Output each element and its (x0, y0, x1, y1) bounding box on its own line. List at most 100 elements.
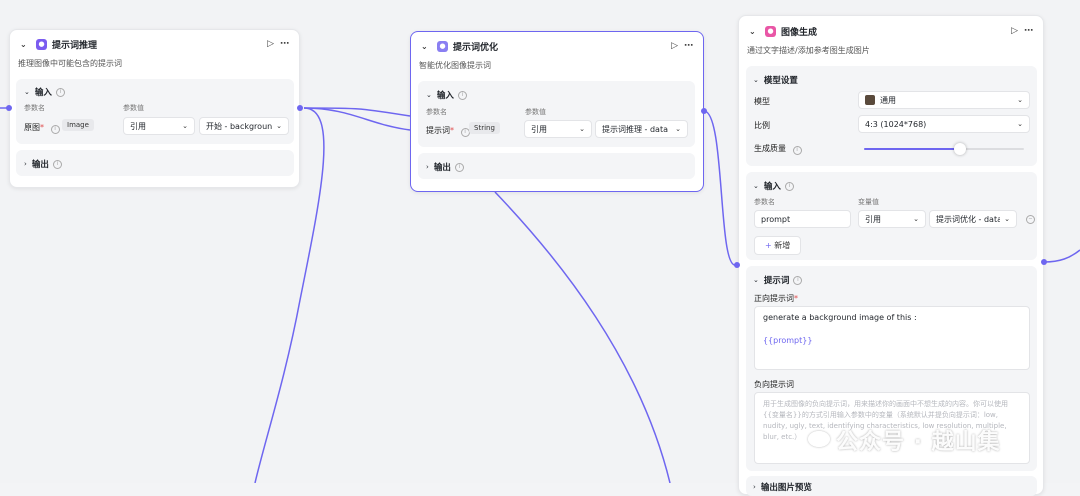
node-description: 智能优化图像提示词 (419, 61, 491, 70)
chevron-down-icon[interactable]: ⌄ (426, 91, 432, 99)
quality-label: 生成质量 (754, 144, 786, 153)
quality-slider-fill (864, 148, 960, 150)
value-select[interactable]: 提示词推理 - data ⌄ (595, 120, 688, 138)
chevron-down-icon[interactable]: ⌄ (753, 276, 759, 284)
add-button[interactable]: + 新增 (754, 236, 802, 255)
node-type-icon: ● (36, 38, 47, 50)
ref-select[interactable]: 引用 ⌄ (858, 210, 926, 228)
param-type-badge: String (469, 122, 500, 134)
info-icon[interactable]: i (792, 146, 802, 155)
plus-icon: + (765, 241, 775, 250)
model-select[interactable]: 通用 ⌄ (858, 91, 1030, 109)
quality-label-wrap: 生成质量 i (754, 143, 802, 155)
node-prompt-optimize[interactable]: ⌄ ● 提示词优化 ▷ ⋯ 智能优化图像提示词 ⌄ 输入 i 参数名 参数值 提… (410, 31, 704, 192)
input-port[interactable] (6, 105, 12, 111)
info-icon[interactable]: i (52, 159, 62, 169)
param-label-wrap: 原图* i (24, 122, 60, 134)
chevron-down-icon: ⌄ (1017, 96, 1023, 104)
node-description: 推理图像中可能包含的提示词 (18, 59, 122, 68)
chevron-down-icon: ⌄ (276, 122, 282, 130)
param-label-wrap: 提示词* i (426, 125, 470, 137)
param-name-input[interactable]: prompt (754, 210, 851, 228)
model-label: 模型 (754, 97, 770, 106)
value-select[interactable]: 提示词优化 - data ⌄ (929, 210, 1017, 228)
input-title: 输入 (34, 88, 52, 98)
node-type-icon: ● (765, 25, 776, 37)
chevron-down-icon: ⌄ (913, 215, 919, 223)
node-title: 提示词优化 (453, 42, 499, 53)
node-prompt-inference[interactable]: ⌄ ● 提示词推理 ▷ ⋯ 推理图像中可能包含的提示词 ⌄ 输入 i 参数名 参… (9, 29, 300, 188)
col-param-value: 参数值 (525, 108, 546, 116)
run-icon[interactable]: ▷ (267, 39, 274, 49)
output-title: 输出 (433, 163, 451, 173)
chevron-down-icon[interactable]: ⌄ (753, 182, 759, 190)
info-icon[interactable]: i (454, 162, 464, 172)
input-title: 输入 (436, 91, 454, 101)
col-param-value: 参数值 (123, 104, 144, 112)
chevron-down-icon[interactable]: ⌄ (749, 27, 759, 36)
col-param-name: 参数名 (426, 108, 447, 116)
remove-icon[interactable]: − (1026, 215, 1035, 224)
output-title: 输出 (31, 160, 49, 170)
value-select[interactable]: 开始 - backgroun ⌄ (199, 117, 289, 135)
chevron-down-icon[interactable]: ⌄ (24, 88, 30, 96)
positive-line-1: generate a background image of this : (763, 313, 917, 322)
model-avatar (865, 95, 875, 105)
run-icon[interactable]: ▷ (1011, 26, 1018, 36)
quality-slider-thumb[interactable] (954, 143, 966, 155)
info-icon[interactable]: i (55, 87, 65, 97)
chevron-down-icon[interactable]: ⌄ (753, 76, 759, 84)
param-type-badge: Image (62, 119, 94, 131)
output-section[interactable]: › 输出 i (418, 153, 695, 179)
ref-select[interactable]: 引用 ⌄ (524, 120, 592, 138)
info-icon[interactable]: i (50, 125, 60, 134)
input-port[interactable] (734, 262, 740, 268)
node-title: 图像生成 (781, 27, 818, 38)
prompt-title: 提示词 (763, 276, 790, 286)
info-icon[interactable]: i (457, 90, 467, 100)
chevron-right-icon[interactable]: › (753, 483, 756, 491)
output-port[interactable] (701, 108, 707, 114)
positive-label: 正向提示词 (754, 294, 794, 303)
chevron-down-icon: ⌄ (1004, 215, 1010, 223)
info-icon[interactable]: i (784, 181, 794, 191)
more-icon[interactable]: ⋯ (280, 39, 289, 49)
ref-select[interactable]: 引用 ⌄ (123, 117, 195, 135)
node-title: 提示词推理 (52, 40, 98, 51)
col-param-name: 参数名 (24, 104, 45, 112)
positive-label-wrap: 正向提示词* (754, 294, 798, 303)
chevron-down-icon: ⌄ (675, 125, 681, 133)
run-icon[interactable]: ▷ (671, 41, 678, 51)
node-type-icon: ● (437, 40, 448, 52)
col-param-name: 参数名 (754, 198, 775, 206)
more-icon[interactable]: ⋯ (684, 41, 693, 51)
preview-section[interactable]: › 输出图片预览 (746, 476, 1037, 496)
param-label: 提示词 (426, 126, 450, 135)
wechat-icon (808, 431, 830, 447)
ratio-select[interactable]: 4:3 (1024*768) ⌄ (858, 115, 1030, 133)
input-section: ⌄ 输入 i 参数名 参数值 原图* i Image 引用 ⌄ 开始 - back… (16, 79, 294, 144)
chevron-right-icon[interactable]: › (426, 163, 429, 171)
chevron-down-icon: ⌄ (579, 125, 585, 133)
node-description: 通过文字描述/添加参考图生成图片 (747, 46, 870, 55)
col-var-value: 变量值 (858, 198, 879, 206)
positive-prompt-input[interactable]: generate a background image of this : {{… (754, 306, 1030, 370)
chevron-down-icon: ⌄ (1017, 120, 1023, 128)
output-section[interactable]: › 输出 i (16, 150, 294, 176)
chevron-down-icon[interactable]: ⌄ (421, 42, 431, 51)
chevron-down-icon[interactable]: ⌄ (20, 40, 30, 49)
output-port[interactable] (1041, 259, 1047, 265)
positive-line-2: {{prompt}} (763, 336, 813, 345)
output-port[interactable] (297, 105, 303, 111)
model-settings-title: 模型设置 (763, 76, 798, 86)
node-image-generation[interactable]: ⌄ ● 图像生成 ▷ ⋯ 通过文字描述/添加参考图生成图片 ⌄ 模型设置 模型 … (738, 15, 1044, 496)
watermark-text: 公众号 · 越山集 (836, 430, 1001, 455)
chevron-down-icon: ⌄ (182, 122, 188, 130)
info-icon[interactable]: i (793, 275, 803, 285)
chevron-right-icon[interactable]: › (24, 160, 27, 168)
input-section: ⌄ 输入 i 参数名 变量值 prompt 引用 ⌄ 提示词优化 - data ⌄ … (746, 172, 1037, 260)
negative-label: 负向提示词 (754, 380, 794, 389)
more-icon[interactable]: ⋯ (1024, 26, 1033, 36)
input-title: 输入 (763, 182, 781, 192)
param-label: 原图 (24, 123, 40, 132)
